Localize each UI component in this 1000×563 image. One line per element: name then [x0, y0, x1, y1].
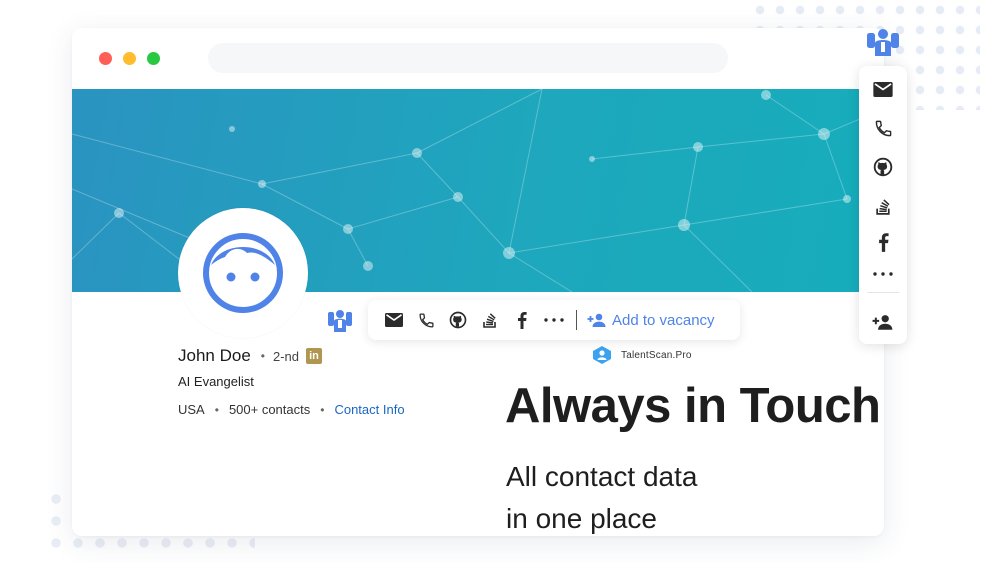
promo-subtitle-line1: All contact data	[506, 461, 698, 492]
extension-sidebar	[859, 66, 907, 344]
separator: •	[260, 349, 265, 363]
window-titlebar	[72, 28, 884, 89]
brand-name: TalentScan.Pro	[621, 349, 692, 361]
profile-connections: 500+ contacts	[228, 402, 311, 417]
more-icon[interactable]	[859, 260, 907, 288]
talentscan-logo-icon[interactable]	[866, 26, 900, 56]
phone-icon[interactable]	[859, 114, 907, 142]
facebook-icon[interactable]	[859, 228, 907, 256]
face-avatar-icon	[203, 233, 283, 313]
profile-location: USA	[178, 402, 205, 417]
github-icon[interactable]	[859, 153, 907, 181]
more-icon[interactable]	[538, 304, 570, 336]
profile-name-row: John Doe • 2-nd in	[178, 346, 323, 366]
minimize-window-button[interactable]	[123, 52, 136, 65]
add-to-vacancy-label: Add to vacancy	[612, 311, 715, 329]
avatar[interactable]	[178, 208, 308, 338]
promo-title: Always in Touch	[505, 379, 881, 433]
contact-info-link[interactable]: Contact Info	[334, 402, 404, 417]
email-icon[interactable]	[859, 75, 907, 103]
phone-icon[interactable]	[410, 304, 442, 336]
contact-toolbar: Add to vacancy	[368, 300, 740, 340]
maximize-window-button[interactable]	[147, 52, 160, 65]
brand-signature: TalentScan.Pro	[592, 346, 692, 364]
github-icon[interactable]	[442, 304, 474, 336]
add-to-vacancy-button[interactable]: Add to vacancy	[587, 312, 715, 329]
browser-window: John Doe • 2-nd in AI Evangelist USA • 5…	[72, 28, 884, 536]
stackoverflow-icon[interactable]	[859, 192, 907, 220]
toolbar-divider	[576, 310, 577, 330]
separator: •	[214, 402, 219, 417]
talentscan-logo-icon	[593, 346, 611, 364]
add-person-icon[interactable]	[859, 308, 907, 336]
profile-headline: AI Evangelist	[178, 374, 254, 389]
facebook-icon[interactable]	[506, 304, 538, 336]
add-person-icon	[587, 313, 606, 327]
email-icon[interactable]	[378, 304, 410, 336]
separator: •	[320, 402, 325, 417]
promo-subtitle-line2: in one place	[506, 503, 658, 534]
sidebar-divider	[867, 292, 899, 293]
address-bar[interactable]	[208, 43, 728, 73]
profile-name: John Doe	[178, 346, 251, 365]
close-window-button[interactable]	[99, 52, 112, 65]
connection-degree: 2-nd	[272, 348, 300, 364]
talentscan-logo-icon[interactable]	[326, 306, 354, 334]
stackoverflow-icon[interactable]	[474, 304, 506, 336]
linkedin-icon: in	[306, 348, 323, 364]
profile-meta-row: USA • 500+ contacts • Contact Info	[178, 402, 405, 417]
